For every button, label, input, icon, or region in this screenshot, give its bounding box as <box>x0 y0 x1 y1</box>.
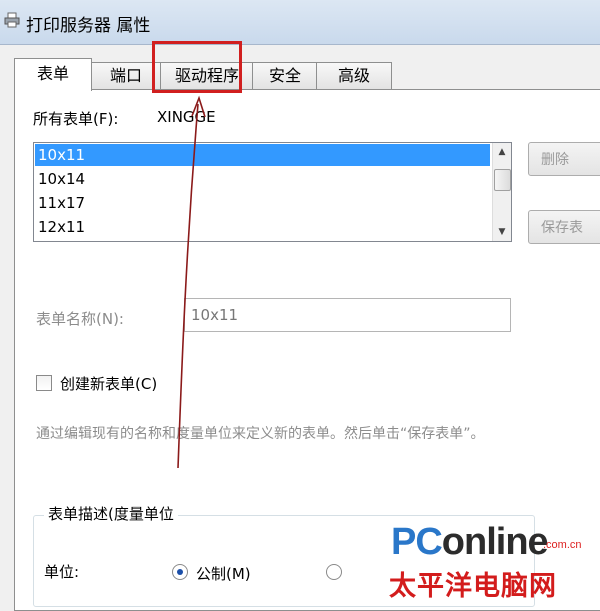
metric-radio[interactable] <box>172 564 188 580</box>
form-list[interactable]: 10x11 10x14 11x17 12x11 ▲ ▼ <box>33 142 512 242</box>
list-item[interactable]: 12x11 <box>38 216 85 238</box>
tab-forms[interactable]: 表单 <box>14 58 92 91</box>
create-new-form-label[interactable]: 创建新表单(C) <box>60 373 157 394</box>
description-text: 通过编辑现有的名称和度量单位来定义新的表单。然后单击“保存表单”。 <box>36 426 485 442</box>
metric-label[interactable]: 公制(M) <box>196 563 251 584</box>
list-scrollbar[interactable]: ▲ ▼ <box>492 143 511 241</box>
window-title: 打印服务器 属性 <box>26 16 151 36</box>
list-item[interactable]: 10x11 <box>35 144 490 166</box>
tab-advanced[interactable]: 高级 <box>316 62 392 89</box>
scroll-down-icon[interactable]: ▼ <box>493 223 511 241</box>
server-name: XINGGE <box>157 108 216 126</box>
printer-icon <box>4 12 20 28</box>
save-form-button[interactable]: 保存表 <box>528 210 600 244</box>
list-item[interactable]: 10x14 <box>38 168 85 190</box>
unit-label: 单位: <box>44 563 80 581</box>
group-title: 表单描述(度量单位 <box>44 503 178 524</box>
form-name-label: 表单名称(N): <box>36 310 124 328</box>
english-radio[interactable] <box>326 564 342 580</box>
forms-on-label: 所有表单(F): <box>33 110 119 128</box>
tab-strip: 表单 端口 驱动程序 安全 高级 <box>14 58 600 91</box>
form-name-field[interactable]: 10x11 <box>184 298 511 332</box>
scroll-up-icon[interactable]: ▲ <box>493 143 511 161</box>
title-bar: 打印服务器 属性 <box>0 0 600 45</box>
create-new-form-checkbox[interactable] <box>36 375 52 391</box>
list-item[interactable]: 11x17 <box>38 192 85 214</box>
tab-security[interactable]: 安全 <box>252 62 318 89</box>
delete-button[interactable]: 删除 <box>528 142 600 176</box>
scroll-thumb[interactable] <box>494 169 511 191</box>
watermark-logo: PConline .com.cn 太平洋电脑网 <box>389 521 582 602</box>
highlight-box <box>152 41 242 93</box>
